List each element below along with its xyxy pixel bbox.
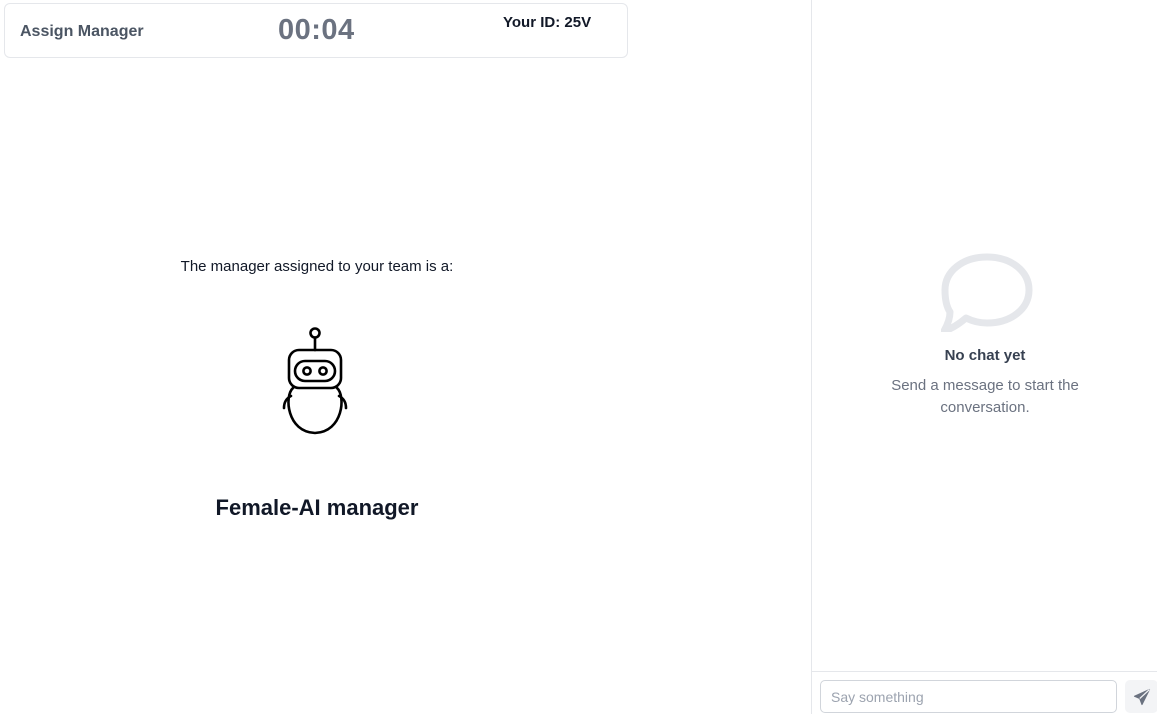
send-message-button[interactable]	[1125, 680, 1157, 713]
paper-plane-icon	[1133, 688, 1151, 706]
user-id: Your ID: 25V	[503, 14, 592, 31]
main-stage: Assign Manager 00:04 Your ID: 25V The ma…	[0, 0, 811, 714]
chat-message-input[interactable]	[820, 680, 1117, 713]
chat-panel: No chat yet Send a message to start the …	[811, 0, 1157, 714]
stage-header: Assign Manager 00:04 Your ID: 25V	[4, 3, 628, 58]
app-root: Assign Manager 00:04 Your ID: 25V The ma…	[0, 0, 1157, 714]
chat-empty-subtitle: Send a message to start the conversation…	[891, 377, 1079, 416]
assignment-text: The manager assigned to your team is a:	[180, 258, 454, 275]
chat-bubble-icon	[940, 252, 1033, 335]
manager-type: Female-AI manager	[215, 495, 419, 520]
chat-composer	[812, 671, 1157, 714]
countdown-timer: 00:04	[278, 14, 355, 46]
stage-title: Assign Manager	[20, 23, 144, 40]
robot-icon	[282, 326, 348, 436]
chat-empty-title: No chat yet	[944, 347, 1026, 364]
